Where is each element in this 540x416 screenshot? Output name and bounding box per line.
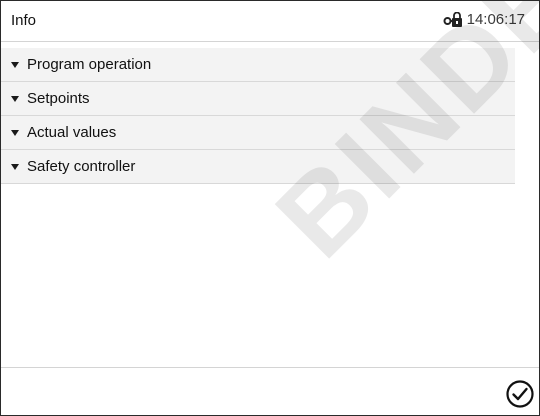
caret-down-icon	[11, 129, 19, 136]
lock-icon	[443, 11, 463, 28]
menu-item-actual-values[interactable]: Actual values	[1, 116, 515, 150]
checkmark-circle-icon	[506, 380, 534, 408]
caret-down-icon	[11, 95, 19, 102]
footer-bar	[1, 367, 539, 415]
caret-down-icon	[11, 163, 19, 170]
menu-item-setpoints[interactable]: Setpoints	[1, 82, 515, 116]
menu-item-safety-controller[interactable]: Safety controller	[1, 150, 515, 184]
menu-item-label: Program operation	[27, 56, 152, 73]
menu-item-label: Safety controller	[27, 158, 136, 175]
info-screen: Info 14:06:17 Program operation Setpoint…	[0, 0, 540, 416]
info-menu-list: Program operation Setpoints Actual value…	[1, 48, 515, 184]
title-bar: Info 14:06:17	[1, 1, 539, 42]
menu-item-program-operation[interactable]: Program operation	[1, 48, 515, 82]
status-area: 14:06:17	[443, 11, 525, 28]
caret-down-icon	[11, 61, 19, 68]
clock-time: 14:06:17	[466, 11, 525, 28]
page-title: Info	[11, 12, 37, 29]
confirm-button[interactable]	[505, 379, 535, 409]
menu-item-label: Setpoints	[27, 90, 90, 107]
menu-item-label: Actual values	[27, 124, 117, 141]
